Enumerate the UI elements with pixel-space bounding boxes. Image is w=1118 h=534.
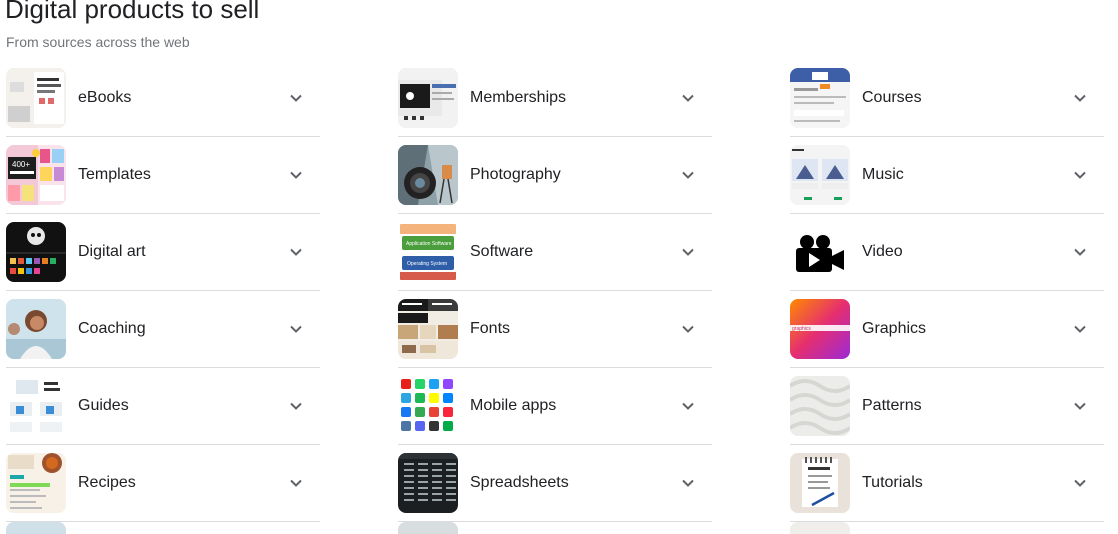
chevron-down-icon[interactable] [676, 471, 700, 495]
item-software[interactable]: Application Software Operating System Sof… [398, 214, 712, 291]
chevron-down-icon[interactable] [676, 163, 700, 187]
patterns-thumbnail [790, 376, 850, 436]
chevron-down-icon[interactable] [1068, 163, 1092, 187]
chevron-down-icon[interactable] [676, 317, 700, 341]
item-recipes[interactable]: Recipes [6, 445, 320, 522]
item-guides[interactable]: Guides [6, 368, 320, 445]
item-mobile-apps[interactable]: Mobile apps [398, 368, 712, 445]
fonts-thumbnail [398, 299, 458, 359]
item-label: Fonts [470, 320, 511, 337]
spreadsheets-thumbnail [398, 453, 458, 513]
item-ebooks[interactable]: eBooks [6, 60, 320, 137]
item-label: Courses [862, 89, 922, 106]
chevron-down-icon[interactable] [284, 86, 308, 110]
product-grid: eBooks Memberships Courses 400+ Template… [6, 60, 1106, 522]
item-coaching[interactable]: Coaching [6, 291, 320, 368]
tutorials-thumbnail [790, 453, 850, 513]
chevron-down-icon[interactable] [284, 394, 308, 418]
item-label: Templates [78, 166, 151, 183]
chevron-down-icon[interactable] [1068, 394, 1092, 418]
chevron-down-icon[interactable] [676, 394, 700, 418]
item-label: Graphics [862, 320, 927, 337]
item-courses[interactable]: Courses [790, 60, 1104, 137]
chevron-down-icon[interactable] [1068, 240, 1092, 264]
software-thumbnail: Application Software Operating System [398, 222, 458, 282]
page-subtitle: From sources across the web [6, 34, 190, 50]
coaching-thumbnail [6, 299, 66, 359]
page-title: Digital products to sell [5, 0, 260, 24]
chevron-down-icon[interactable] [1068, 471, 1092, 495]
item-label: Music [862, 166, 904, 183]
item-spreadsheets[interactable]: Spreadsheets [398, 445, 712, 522]
chevron-down-icon[interactable] [676, 240, 700, 264]
item-label: Mobile apps [470, 397, 557, 414]
item-label: Photography [470, 166, 561, 183]
item-label: Recipes [78, 474, 136, 491]
item-fonts[interactable]: Fonts [398, 291, 712, 368]
memberships-thumbnail [398, 68, 458, 128]
chevron-down-icon[interactable] [1068, 86, 1092, 110]
chevron-down-icon[interactable] [284, 471, 308, 495]
next-row-partial [6, 522, 1106, 534]
courses-thumbnail [790, 68, 850, 128]
item-label: Digital art [78, 243, 146, 260]
item-label: Video [862, 243, 903, 260]
item-label: Patterns [862, 397, 922, 414]
recipes-thumbnail [6, 453, 66, 513]
graphics-thumb-text: graphics [792, 326, 811, 332]
item-graphics[interactable]: graphics Graphics [790, 291, 1104, 368]
item-photography[interactable]: Photography [398, 137, 712, 214]
templates-thumb-text: 400+ [12, 160, 30, 169]
video-camera-icon [790, 222, 850, 282]
item-label: eBooks [78, 89, 132, 106]
graphics-thumbnail: graphics [790, 299, 850, 359]
photography-thumbnail [398, 145, 458, 205]
mobile-apps-thumbnail [398, 376, 458, 436]
chevron-down-icon[interactable] [284, 317, 308, 341]
chevron-down-icon[interactable] [284, 163, 308, 187]
templates-thumbnail: 400+ [6, 145, 66, 205]
thumbnail-partial [790, 522, 850, 534]
digital-art-thumbnail [6, 222, 66, 282]
chevron-down-icon[interactable] [284, 240, 308, 264]
item-video[interactable]: Video [790, 214, 1104, 291]
item-music[interactable]: Music [790, 137, 1104, 214]
thumbnail-partial [398, 522, 458, 534]
item-memberships[interactable]: Memberships [398, 60, 712, 137]
item-label: Guides [78, 397, 129, 414]
item-digital-art[interactable]: Digital art [6, 214, 320, 291]
software-os-text: Operating System [407, 261, 447, 267]
item-label: Coaching [78, 320, 146, 337]
guides-thumbnail [6, 376, 66, 436]
software-app-text: Application Software [406, 241, 452, 247]
item-tutorials[interactable]: Tutorials [790, 445, 1104, 522]
item-templates[interactable]: 400+ Templates [6, 137, 320, 214]
thumbnail-partial [6, 522, 66, 534]
chevron-down-icon[interactable] [1068, 317, 1092, 341]
item-patterns[interactable]: Patterns [790, 368, 1104, 445]
item-label: Tutorials [862, 474, 923, 491]
item-label: Software [470, 243, 534, 260]
item-label: Spreadsheets [470, 474, 569, 491]
chevron-down-icon[interactable] [676, 86, 700, 110]
ebook-thumbnail [6, 68, 66, 128]
music-thumbnail [790, 145, 850, 205]
item-label: Memberships [470, 89, 567, 106]
